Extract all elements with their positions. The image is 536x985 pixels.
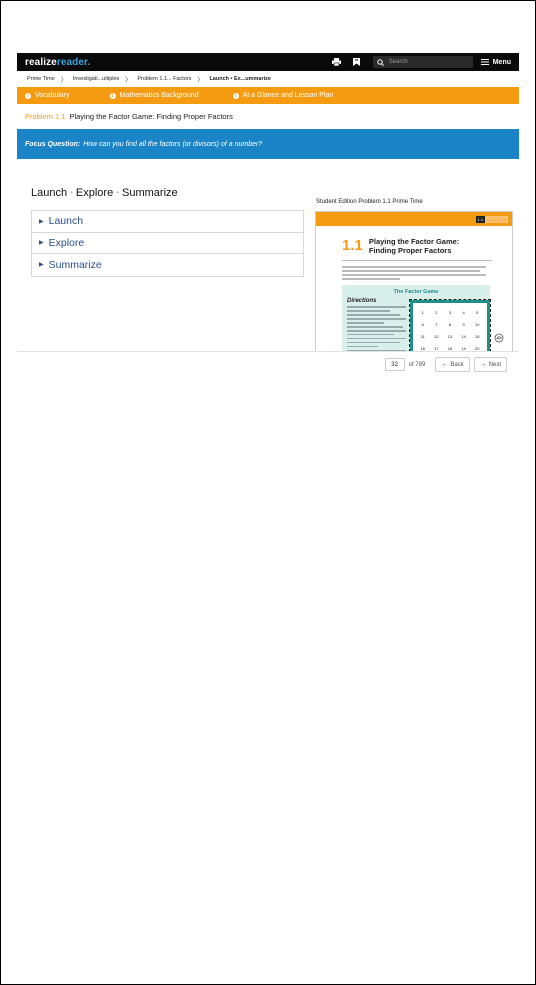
grid-cell: 4	[462, 309, 465, 315]
menu-label: Menu	[492, 58, 511, 66]
tab-mathematics-background[interactable]: i Mathematics Background	[109, 92, 199, 99]
grid-cell: 11	[420, 333, 425, 339]
intro-paragraph	[342, 266, 486, 280]
accordion-launch[interactable]: ▶ Launch	[32, 211, 303, 233]
grid-cell: 7	[435, 321, 438, 327]
breadcrumb-item[interactable]: Prime Time	[27, 76, 55, 82]
heading-part: Launch	[31, 187, 68, 199]
search-input[interactable]: Search	[372, 56, 473, 68]
focus-label: Focus Question:	[25, 140, 81, 148]
bullet-separator: •	[70, 188, 73, 197]
tab-vocabulary[interactable]: i Vocabulary	[25, 92, 70, 99]
info-icon: i	[232, 92, 239, 99]
caret-right-icon: ▶	[39, 218, 44, 225]
game-title: The Factor Game	[393, 289, 439, 295]
info-icon: i	[25, 92, 31, 99]
focus-question-banner: Focus Question: How can you find all the…	[17, 129, 519, 159]
resource-tabs: i Vocabulary i Mathematics Background i At …	[17, 87, 519, 104]
accordion-summarize[interactable]: ▶ Summarize	[32, 254, 303, 276]
info-icon: i	[109, 92, 116, 99]
page-tags: 1.1 1.2 1.3 1.4	[475, 216, 508, 223]
bookmark-icon[interactable]	[349, 55, 365, 69]
accordion-label: Summarize	[48, 258, 102, 271]
breadcrumb-current: Launch • Ex...ummarize	[209, 76, 271, 82]
swirl-icon[interactable]	[494, 333, 504, 343]
grid-cell: 1	[421, 309, 424, 315]
lesson-accordion: ▶ Launch ▶ Explore ▶ Summarize	[31, 210, 304, 277]
grid-cell: 15	[474, 333, 480, 339]
bullet-separator: •	[116, 188, 120, 197]
screenshot-frame: realizereader. Search Menu Prime Time 〉 …	[0, 0, 536, 985]
page-total: of 789	[408, 361, 426, 368]
page-number-input[interactable]: 32	[384, 358, 405, 371]
factor-game-box: The Factor Game Directions 12345 6 7 8 9 10 …	[342, 285, 491, 360]
search-icon	[377, 58, 384, 66]
heading-part: Explore	[75, 187, 114, 199]
tab-at-a-glance[interactable]: i At a Glance and Lesson Plan	[232, 92, 334, 99]
accordion-label: Launch	[48, 215, 84, 228]
page-header-bar: 1.1 1.2 1.3 1.4	[316, 212, 512, 226]
arrow-right-icon: →	[479, 361, 487, 368]
search-placeholder: Search	[388, 59, 408, 65]
chevron-right-icon: 〉	[125, 77, 132, 84]
grid-cell: 10	[474, 321, 480, 327]
page-title: Playing the Factor Game: Finding Proper …	[368, 237, 459, 255]
top-bar: realizereader. Search Menu	[17, 53, 519, 71]
page-title-line: Finding Proper Factors	[368, 245, 452, 255]
tab-label: Vocabulary	[35, 92, 70, 99]
next-button[interactable]: → Next	[473, 357, 507, 372]
logo-text: realize	[25, 56, 57, 68]
student-edition-title: Student Edition Problem 1.1 Prime Time	[316, 199, 423, 205]
print-icon[interactable]	[329, 55, 345, 69]
grid-cell: 3	[448, 309, 452, 315]
student-edition-page[interactable]: 1.1 1.2 1.3 1.4 1.1 Playing the Factor Ga…	[315, 211, 513, 361]
heading-part: Summarize	[122, 187, 178, 199]
breadcrumb-item[interactable]: Investigati...ultiples	[73, 76, 119, 82]
menu-button[interactable]: Menu	[480, 58, 511, 66]
back-button[interactable]: ← Back	[435, 357, 470, 372]
logo[interactable]: realizereader.	[25, 57, 90, 68]
lesson-heading: Launch • Explore • Summarize	[31, 187, 178, 199]
page-heading: 1.1 Playing the Factor Game: Finding Pro…	[316, 226, 512, 255]
problem-title: Problem 1.1 Playing the Factor Game: Fin…	[17, 104, 519, 129]
problem-number: Problem 1.1	[25, 112, 66, 121]
next-label: Next	[488, 361, 501, 368]
directions-label: Directions	[347, 298, 377, 304]
grid-cell: 14	[461, 333, 466, 339]
problem-name: Playing the Factor Game: Finding Proper …	[69, 112, 233, 121]
grid-cell: 2	[435, 309, 438, 315]
caret-right-icon: ▶	[39, 262, 44, 269]
page-number: 1.1	[342, 237, 363, 254]
caret-right-icon: ▶	[39, 240, 44, 247]
breadcrumb-item[interactable]: Problem 1.1... Factors	[137, 76, 191, 82]
grid-cell: 9	[462, 321, 465, 327]
grid-cell: 13	[447, 333, 453, 339]
grid-cell: 6	[421, 321, 424, 327]
grid-cell: 12	[434, 333, 439, 339]
accordion-label: Explore	[48, 236, 85, 249]
focus-text: How can you find all the factors (or div…	[83, 140, 263, 148]
accordion-explore[interactable]: ▶ Explore	[32, 233, 303, 254]
menu-icon	[480, 59, 489, 65]
divider	[342, 260, 492, 261]
reader-app: realizereader. Search Menu Prime Time 〉 …	[17, 53, 519, 377]
arrow-left-icon: ←	[441, 361, 449, 368]
tab-label: Mathematics Background	[119, 92, 199, 99]
chevron-right-icon: 〉	[60, 77, 67, 84]
grid-cell: 8	[448, 321, 452, 327]
breadcrumb: Prime Time 〉 Investigati...ultiples 〉 Pr…	[17, 71, 519, 87]
tab-label: At a Glance and Lesson Plan	[242, 92, 334, 99]
page-navigation: 32 of 789 ← Back → Next	[17, 351, 519, 377]
logo-text-accent: reader.	[56, 56, 91, 68]
back-label: Back	[450, 361, 464, 368]
chevron-right-icon: 〉	[197, 77, 204, 84]
grid-cell: 5	[476, 309, 479, 315]
